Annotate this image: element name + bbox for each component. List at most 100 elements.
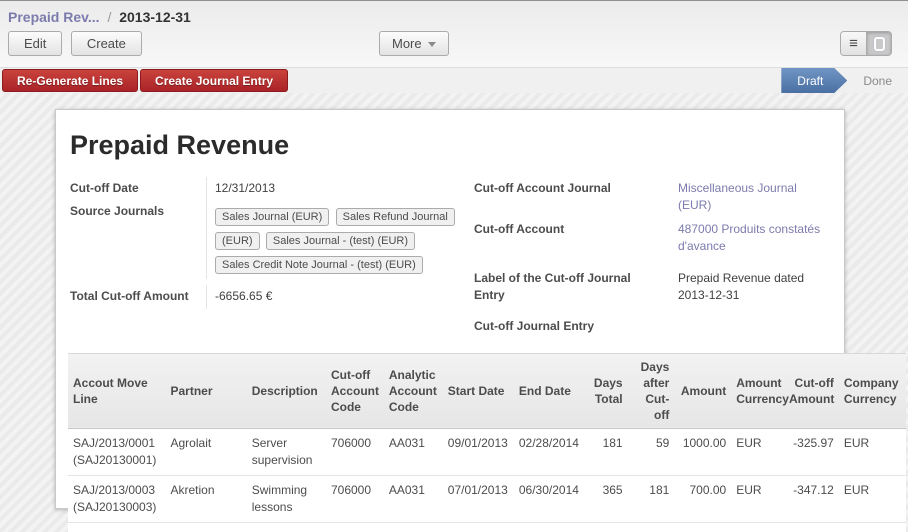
table-row[interactable]: SAJ/2013/0003 (SAJ20130003) Akretion Swi… [68,476,906,523]
cell-start-date[interactable]: 09/01/2013 [443,429,514,476]
cutoff-date-value: 12/31/2013 [206,177,458,200]
table-row[interactable]: SAJ/2013/0002 (SAJ20130002) Camptocamp M… [68,522,906,532]
cell-analytic-code[interactable]: AA031 [384,429,443,476]
create-button[interactable]: Create [71,31,142,56]
cell-amount-currency[interactable]: EUR [731,429,784,476]
create-journal-entry-button[interactable]: Create Journal Entry [140,69,288,92]
cutoff-date-label: Cut-off Date [68,177,206,200]
cell-end-date[interactable]: 09/30/2014 [514,522,587,532]
cell-days-after[interactable]: 273 [628,522,675,532]
cell-amount-currency[interactable]: EUR [731,522,784,532]
cell-days-total[interactable]: 365 [587,522,628,532]
cell-partner[interactable]: Camptocamp [166,522,247,532]
entry-label-value: Prepaid Revenue dated 2013-12-31 [670,267,832,308]
form-view-button[interactable] [866,32,891,55]
total-cutoff-amount-value: -6656.65 € [206,285,458,308]
cell-amount[interactable]: 700.00 [674,476,731,523]
field-group-right: Cut-off Account Journal Miscellaneous Jo… [472,177,832,339]
chevron-down-icon [428,42,436,47]
status-bar: Re-Generate Lines Create Journal Entry D… [0,67,908,94]
cell-cutoff-amount[interactable]: -347.12 [784,476,839,523]
cell-partner[interactable]: Akretion [166,476,247,523]
view-switcher: ≡ [840,31,892,56]
cell-move-line[interactable]: SAJ/2013/0003 (SAJ20130003) [68,476,166,523]
cell-partner[interactable]: Agrolait [166,429,247,476]
state-done: Done [847,68,908,93]
cell-cutoff-amount[interactable]: -325.97 [784,429,839,476]
field-group-left: Cut-off Date 12/31/2013 Source Journals … [68,177,458,339]
journal-tag[interactable]: Sales Journal - (test) (EUR) [266,232,415,250]
cell-amount-currency[interactable]: EUR [731,476,784,523]
col-header-description[interactable]: Description [247,353,326,429]
list-view-button[interactable]: ≡ [841,32,866,55]
cutoff-account-value[interactable]: 487000 Produits constatés d'avance [670,218,832,259]
breadcrumb-parent-link[interactable]: Prepaid Rev... [8,9,100,25]
cell-amount[interactable]: 8000.00 [674,522,731,532]
page-title: Prepaid Revenue [70,130,832,161]
col-header-cutoff-account-code[interactable]: Cut-off Account Code [326,353,384,429]
more-button[interactable]: More [379,31,449,56]
cell-end-date[interactable]: 02/28/2014 [514,429,587,476]
journal-tag[interactable]: Sales Journal (EUR) [215,208,329,226]
cell-days-after[interactable]: 181 [628,476,675,523]
col-header-analytic-account-code[interactable]: Analytic Account Code [384,353,443,429]
state-indicator: Draft Done [781,68,908,93]
table-header-row: Accout Move Line Partner Description Cut… [68,353,906,429]
cell-start-date[interactable]: 07/01/2013 [443,476,514,523]
cell-account-code[interactable]: 706000 [326,522,384,532]
cutoff-account-journal-label: Cut-off Account Journal [472,177,670,218]
list-icon: ≡ [849,36,858,51]
cell-days-total[interactable]: 365 [587,476,628,523]
cell-amount[interactable]: 1000.00 [674,429,731,476]
cell-end-date[interactable]: 06/30/2014 [514,476,587,523]
cell-move-line[interactable]: SAJ/2013/0001 (SAJ20130001) [68,429,166,476]
form-icon [874,37,885,51]
col-header-move-line[interactable]: Accout Move Line [68,353,166,429]
cell-company-currency[interactable]: EUR [839,476,906,523]
cell-description[interactable]: Server supervision [247,429,326,476]
edit-button[interactable]: Edit [8,31,62,56]
cell-cutoff-amount[interactable]: -5983.56 [784,522,839,532]
col-header-amount[interactable]: Amount [674,353,731,429]
col-header-days-after-cutoff[interactable]: Days after Cut-off [628,353,675,429]
cutoff-lines-table: Accout Move Line Partner Description Cut… [68,353,906,532]
col-header-company-currency[interactable]: Company Currency [839,353,906,429]
journal-tag[interactable]: Sales Credit Note Journal - (test) (EUR) [215,256,423,274]
cell-analytic-code[interactable]: AA031 [384,476,443,523]
cutoff-account-journal-value[interactable]: Miscellaneous Journal (EUR) [670,177,832,218]
col-header-days-total[interactable]: Days Total [587,353,628,429]
entry-label-label: Label of the Cut-off Journal Entry [472,267,670,308]
cell-description[interactable]: Swimming lessons [247,476,326,523]
breadcrumb-current: 2013-12-31 [119,9,191,25]
cell-days-total[interactable]: 181 [587,429,628,476]
cutoff-journal-entry-value [670,315,832,338]
cutoff-lines-list: Accout Move Line Partner Description Cut… [68,353,832,532]
table-row[interactable]: SAJ/2013/0001 (SAJ20130001) Agrolait Ser… [68,429,906,476]
cell-account-code[interactable]: 706000 [326,429,384,476]
cutoff-journal-entry-label: Cut-off Journal Entry [472,315,670,338]
form-sheet: Prepaid Revenue Cut-off Date 12/31/2013 … [55,109,845,509]
cell-company-currency[interactable]: EUR [839,429,906,476]
cell-start-date[interactable]: 10/01/2013 [443,522,514,532]
col-header-amount-currency[interactable]: Amount Currency [731,353,784,429]
form-toolbar: Edit Create More ≡ [8,31,900,59]
cell-days-after[interactable]: 59 [628,429,675,476]
col-header-start-date[interactable]: Start Date [443,353,514,429]
source-journals-label: Source Journals [68,200,206,279]
cell-analytic-code[interactable]: AA034 [384,522,443,532]
col-header-partner[interactable]: Partner [166,353,247,429]
cell-description[interactable]: Maintenance contract [247,522,326,532]
col-header-end-date[interactable]: End Date [514,353,587,429]
cell-company-currency[interactable]: EUR [839,522,906,532]
total-cutoff-amount-label: Total Cut-off Amount [68,285,206,308]
more-button-label: More [392,36,422,51]
top-header: Prepaid Rev... / 2013-12-31 Edit Create … [0,0,908,67]
state-draft: Draft [781,68,847,93]
breadcrumb: Prepaid Rev... / 2013-12-31 [8,7,900,31]
regenerate-lines-button[interactable]: Re-Generate Lines [2,69,138,92]
col-header-cutoff-amount[interactable]: Cut-off Amount [784,353,839,429]
field-area: Cut-off Date 12/31/2013 Source Journals … [68,177,832,339]
cell-account-code[interactable]: 706000 [326,476,384,523]
source-journals-tags: Sales Journal (EUR) Sales Refund Journal… [206,200,458,279]
cell-move-line[interactable]: SAJ/2013/0002 (SAJ20130002) [68,522,166,532]
